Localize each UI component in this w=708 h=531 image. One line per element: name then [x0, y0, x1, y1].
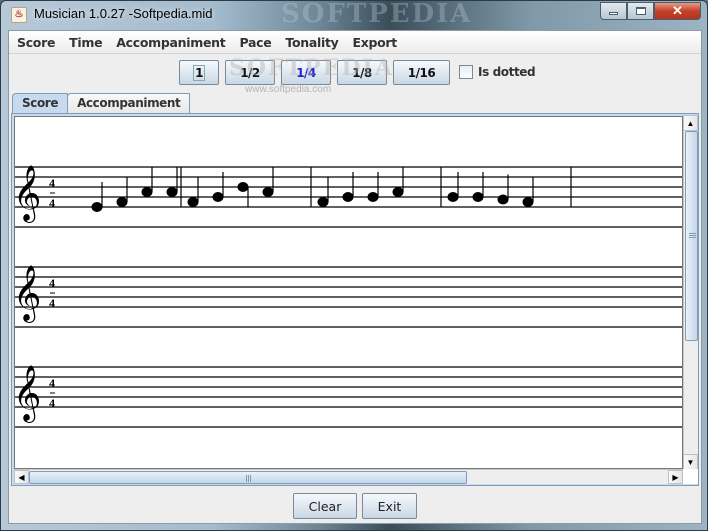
- note-head: [447, 192, 459, 202]
- is-dotted-checkbox[interactable]: [459, 65, 473, 79]
- exit-label: Exit: [377, 498, 402, 514]
- clear-label: Clear: [308, 498, 342, 514]
- app-window: ♨ SOFTPEDIA Musician 1.0.27 -Softpedia.m…: [0, 0, 708, 531]
- note-head: [317, 197, 329, 207]
- menu-accompaniment[interactable]: Accompaniment: [109, 31, 232, 54]
- grip-line: [250, 475, 251, 482]
- score-panel: 𝄞 4 4 𝄞 4 4 𝄞 4 4 ▲ ▼ ◀ ▶: [11, 113, 699, 486]
- time-signature-numerator: 4: [49, 276, 55, 290]
- note-head: [187, 197, 199, 207]
- time-signature-denominator: 4: [49, 296, 55, 310]
- menu-time[interactable]: Time: [62, 31, 109, 54]
- clear-button[interactable]: Clear: [293, 493, 357, 519]
- horizontal-scrollbar[interactable]: ◀ ▶: [14, 469, 683, 484]
- arrow-left-icon: ◀: [18, 472, 25, 482]
- grip-line: [689, 237, 696, 238]
- tab-score[interactable]: Score: [12, 93, 69, 113]
- note-head: [367, 192, 379, 202]
- treble-clef-icon: 𝄞: [15, 165, 41, 223]
- duration-whole-button[interactable]: 1: [179, 60, 219, 85]
- note-head: [166, 187, 178, 197]
- tab-accompaniment[interactable]: Accompaniment: [67, 93, 191, 113]
- note-head: [392, 187, 404, 197]
- menu-tonality[interactable]: Tonality: [278, 31, 345, 54]
- arrow-right-icon: ▶: [672, 472, 679, 482]
- title-bar[interactable]: ♨ SOFTPEDIA Musician 1.0.27 -Softpedia.m…: [1, 0, 707, 29]
- note-head: [342, 192, 354, 202]
- scroll-down-button[interactable]: ▼: [683, 454, 698, 470]
- arrow-down-icon: ▼: [686, 457, 695, 467]
- note-head: [472, 192, 484, 202]
- duration-quarter-button[interactable]: 1/4: [281, 60, 331, 85]
- duration-toolbar: 1 1/2 1/4 1/8 1/16 SOFTPEDIA www.softped…: [9, 55, 701, 95]
- menu-export[interactable]: Export: [345, 31, 403, 54]
- scroll-up-button[interactable]: ▲: [683, 115, 698, 131]
- duration-label: 1/2: [240, 65, 260, 80]
- time-signature-denominator: 4: [49, 196, 55, 210]
- scroll-right-button[interactable]: ▶: [668, 470, 683, 484]
- duration-label: 1: [193, 64, 205, 81]
- tab-strip: Score Accompaniment: [12, 93, 191, 113]
- note-head: [262, 187, 274, 197]
- watermark-url: www.softpedia.com: [245, 84, 332, 95]
- duration-label: 1/8: [352, 65, 372, 80]
- arrow-up-icon: ▲: [686, 118, 695, 128]
- duration-label: 1/16: [407, 65, 436, 80]
- client-area: Score Time Accompaniment Pace Tonality E…: [8, 30, 702, 524]
- maximize-button[interactable]: [627, 2, 654, 20]
- scroll-corner: [683, 469, 698, 484]
- grip-line: [248, 475, 249, 482]
- vertical-scroll-thumb[interactable]: [685, 131, 698, 341]
- note-head: [116, 197, 128, 207]
- score-svg: 𝄞 4 4 𝄞 4 4 𝄞 4 4: [15, 165, 682, 428]
- grip-line: [689, 235, 696, 236]
- time-signature-numerator: 4: [49, 176, 55, 190]
- note-head: [91, 202, 103, 212]
- treble-clef-icon: 𝄞: [15, 365, 41, 423]
- is-dotted-label[interactable]: Is dotted: [478, 65, 536, 79]
- grip-line: [246, 475, 247, 482]
- caption-buttons: ✕: [600, 2, 701, 20]
- time-signature-denominator: 4: [49, 396, 55, 410]
- minimize-button[interactable]: [600, 2, 627, 20]
- note-head: [522, 197, 534, 207]
- duration-half-button[interactable]: 1/2: [225, 60, 275, 85]
- maximize-icon: [635, 7, 646, 15]
- java-app-icon[interactable]: ♨: [11, 7, 27, 23]
- horizontal-scroll-thumb[interactable]: [29, 471, 467, 484]
- menu-bar: Score Time Accompaniment Pace Tonality E…: [9, 31, 701, 54]
- vertical-scrollbar[interactable]: ▲ ▼: [683, 115, 698, 470]
- grip-line: [689, 233, 696, 234]
- duration-label: 1/4: [296, 65, 316, 80]
- menu-pace[interactable]: Pace: [232, 31, 278, 54]
- note-head: [141, 187, 153, 197]
- treble-clef-icon: 𝄞: [15, 265, 41, 323]
- time-signature-numerator: 4: [49, 376, 55, 390]
- exit-button[interactable]: Exit: [362, 493, 417, 519]
- menu-score[interactable]: Score: [10, 31, 62, 54]
- window-title: Musician 1.0.27 -Softpedia.mid: [34, 6, 213, 21]
- scroll-left-button[interactable]: ◀: [14, 470, 29, 484]
- note-head: [237, 182, 249, 192]
- duration-eighth-button[interactable]: 1/8: [337, 60, 387, 85]
- close-icon: ✕: [672, 3, 683, 18]
- close-button[interactable]: ✕: [654, 2, 701, 20]
- duration-sixteenth-button[interactable]: 1/16: [393, 60, 450, 85]
- note-head: [212, 192, 224, 202]
- score-canvas[interactable]: 𝄞 4 4 𝄞 4 4 𝄞 4 4: [14, 116, 683, 469]
- note-head: [497, 194, 509, 205]
- minimize-icon: [609, 12, 618, 15]
- watermark: SOFTPEDIA: [281, 0, 473, 29]
